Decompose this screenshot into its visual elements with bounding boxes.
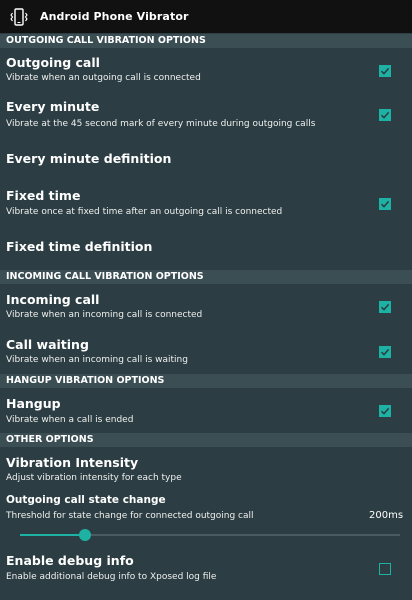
pref-title: Every minute definition xyxy=(6,151,172,166)
state-change-slider[interactable] xyxy=(20,529,400,541)
call-waiting-checkbox[interactable] xyxy=(379,346,391,358)
pref-title: Hangup xyxy=(6,396,61,411)
pref-title: Vibration Intensity xyxy=(6,455,139,470)
checkmark-icon xyxy=(380,303,390,311)
pref-title: Outgoing call state change xyxy=(6,494,166,506)
pref-summary: Vibrate when an incoming call is connect… xyxy=(6,310,203,320)
fixed-time-checkbox[interactable] xyxy=(379,198,391,210)
title-bar: Android Phone Vibrator xyxy=(0,0,412,33)
pref-title: Outgoing call xyxy=(6,55,100,70)
pref-fixed-time[interactable]: Fixed time Vibrate once at fixed time af… xyxy=(0,181,412,225)
pref-enable-debug-info[interactable]: Enable debug info Enable additional debu… xyxy=(0,548,412,592)
incoming-call-checkbox[interactable] xyxy=(379,301,391,313)
pref-hangup[interactable]: Hangup Vibrate when a call is ended xyxy=(0,389,412,433)
pref-title: Incoming call xyxy=(6,292,100,307)
slider-value-label: 200ms xyxy=(369,510,404,521)
pref-call-waiting[interactable]: Call waiting Vibrate when an incoming ca… xyxy=(0,330,412,374)
section-header-outgoing: OUTGOING CALL VIBRATION OPTIONS xyxy=(0,34,412,48)
app-title: Android Phone Vibrator xyxy=(40,10,189,23)
pref-every-minute[interactable]: Every minute Vibrate at the 45 second ma… xyxy=(0,92,412,136)
section-header-other: OTHER OPTIONS xyxy=(0,433,412,447)
pref-summary: Threshold for state change for connected… xyxy=(6,511,254,521)
pref-every-minute-definition[interactable]: Every minute definition xyxy=(0,137,412,181)
checkmark-icon xyxy=(380,348,390,356)
pref-outgoing-call[interactable]: Outgoing call Vibrate when an outgoing c… xyxy=(0,48,412,92)
checkmark-icon xyxy=(380,111,390,119)
pref-title: Call waiting xyxy=(6,337,89,352)
pref-summary: Enable additional debug info to Xposed l… xyxy=(6,572,217,582)
checkmark-icon xyxy=(380,200,390,208)
pref-summary: Vibrate when an incoming call is waiting xyxy=(6,355,188,365)
slider-fill xyxy=(20,534,85,536)
outgoing-call-checkbox[interactable] xyxy=(379,65,391,77)
pref-summary: Adjust vibration intensity for each type xyxy=(6,473,182,483)
pref-outgoing-call-state-change: Outgoing call state change Threshold for… xyxy=(0,490,412,546)
phone-vibrate-icon xyxy=(10,7,28,27)
pref-title: Fixed time xyxy=(6,188,81,203)
hangup-checkbox[interactable] xyxy=(379,405,391,417)
checkmark-icon xyxy=(380,407,390,415)
pref-summary: Vibrate when an outgoing call is connect… xyxy=(6,73,201,83)
pref-title: Enable debug info xyxy=(6,553,134,568)
pref-vibration-intensity[interactable]: Vibration Intensity Adjust vibration int… xyxy=(0,448,412,490)
pref-summary: Vibrate once at fixed time after an outg… xyxy=(6,207,283,217)
pref-title: Every minute xyxy=(6,99,100,114)
pref-fixed-time-definition[interactable]: Fixed time definition xyxy=(0,225,412,269)
pref-summary: Vibrate when a call is ended xyxy=(6,415,134,425)
checkmark-icon xyxy=(380,67,390,75)
every-minute-checkbox[interactable] xyxy=(379,109,391,121)
pref-summary: Vibrate at the 45 second mark of every m… xyxy=(6,119,316,129)
pref-title: Fixed time definition xyxy=(6,239,153,254)
pref-incoming-call[interactable]: Incoming call Vibrate when an incoming c… xyxy=(0,285,412,329)
slider-thumb[interactable] xyxy=(79,529,91,541)
section-header-incoming: INCOMING CALL VIBRATION OPTIONS xyxy=(0,270,412,284)
section-header-hangup: HANGUP VIBRATION OPTIONS xyxy=(0,374,412,388)
enable-debug-checkbox[interactable] xyxy=(379,563,391,575)
